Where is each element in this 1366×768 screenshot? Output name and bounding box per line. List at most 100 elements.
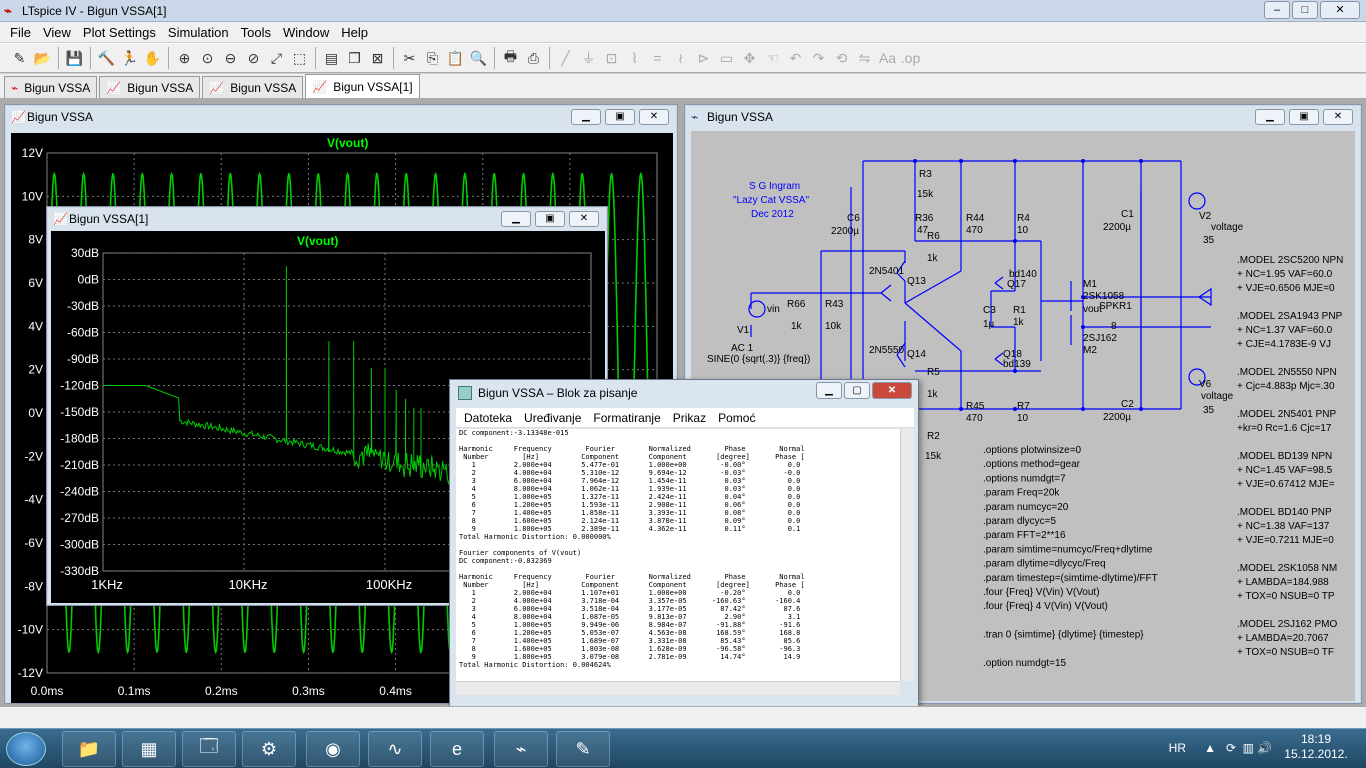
- control-panel-icon[interactable]: 🔨: [95, 47, 118, 69]
- maximize-button[interactable]: □: [1292, 1, 1318, 19]
- zoom-fit-icon[interactable]: ⬚: [288, 47, 311, 69]
- paste-icon[interactable]: 📋: [444, 47, 467, 69]
- spice-directive[interactable]: .options method=gear: [983, 459, 1081, 470]
- component-label[interactable]: Q17: [1007, 279, 1026, 290]
- antivirus-taskbar-icon[interactable]: ◉: [306, 731, 360, 767]
- pan-icon[interactable]: ⊙: [196, 47, 219, 69]
- spice-directive[interactable]: .four {Freq} 4 V(Vin) V(Vout): [983, 601, 1108, 612]
- component-label[interactable]: vout: [1083, 304, 1102, 315]
- component-label[interactable]: R3: [919, 169, 932, 180]
- component-label[interactable]: R2: [927, 431, 940, 442]
- zoom-cancel-icon[interactable]: ⊘: [242, 47, 265, 69]
- restore-button[interactable]: ▣: [605, 109, 635, 125]
- close-window-icon[interactable]: ⊠: [366, 47, 389, 69]
- component-label[interactable]: C3: [983, 305, 996, 316]
- open-icon[interactable]: 📂: [31, 47, 54, 69]
- spice-directive[interactable]: .tran 0 {simtime} {dlytime} {timestep}: [983, 630, 1144, 641]
- zoom-in-icon[interactable]: ⊕: [173, 47, 196, 69]
- menu-prikaz[interactable]: Prikaz: [667, 411, 712, 425]
- component-label[interactable]: 35: [1203, 405, 1215, 416]
- spice-model-line[interactable]: .MODEL 2SA1943 PNP: [1237, 311, 1343, 322]
- window-taskbar-icon[interactable]: 🗔: [182, 731, 236, 767]
- component-label[interactable]: voltage: [1201, 391, 1234, 402]
- component-label[interactable]: 15k: [925, 451, 942, 462]
- ltspice-taskbar-icon[interactable]: ⌁: [494, 731, 548, 767]
- component-label[interactable]: 1µ: [983, 319, 995, 330]
- component-label[interactable]: C1: [1121, 209, 1134, 220]
- component-label[interactable]: R1: [1013, 305, 1026, 316]
- spice-model-line[interactable]: + TOX=0 NSUB=0 TP: [1237, 591, 1335, 602]
- menu-uredivanje[interactable]: Uređivanje: [518, 411, 587, 425]
- menu-help[interactable]: Help: [335, 25, 374, 40]
- print-setup-icon[interactable]: 🖶: [499, 47, 522, 69]
- component-label[interactable]: R36: [915, 213, 934, 224]
- spice-model-line[interactable]: + VJE=0.67412 MJE=: [1237, 479, 1335, 490]
- component-label[interactable]: C2: [1121, 399, 1134, 410]
- component-label[interactable]: M2: [1083, 345, 1097, 356]
- spice-model-line[interactable]: .MODEL 2SJ162 PMO: [1237, 619, 1337, 630]
- language-indicator[interactable]: HR: [1169, 728, 1186, 768]
- redo-icon[interactable]: ↷: [807, 47, 830, 69]
- drag-icon[interactable]: ☜: [761, 47, 784, 69]
- minimize-button[interactable]: ▁: [816, 382, 842, 399]
- menu-tools[interactable]: Tools: [235, 25, 277, 40]
- spice-model-line[interactable]: + TOX=0 NSUB=0 TF: [1237, 647, 1334, 658]
- component-label[interactable]: 8: [1111, 321, 1117, 332]
- tab-bigun-vssa-schematic[interactable]: ⌁ Bigun VSSA: [4, 76, 98, 98]
- component-label[interactable]: V6: [1199, 379, 1212, 390]
- tool-taskbar-icon[interactable]: ⚙: [242, 731, 296, 767]
- menu-plot-settings[interactable]: Plot Settings: [77, 25, 162, 40]
- start-button[interactable]: [6, 732, 46, 766]
- spice-model-line[interactable]: + NC=1.95 VAF=60.0: [1237, 269, 1333, 280]
- component-label[interactable]: V2: [1199, 211, 1212, 222]
- spice-model-line[interactable]: .MODEL 2N5550 NPN: [1237, 367, 1337, 378]
- tile-horizontal-icon[interactable]: ▤: [320, 47, 343, 69]
- spice-directive[interactable]: .four {Freq} V(Vin) V(Vout): [983, 587, 1100, 598]
- minimize-button[interactable]: ▁: [571, 109, 601, 125]
- spice-directive[interactable]: .param simtime=numcyc/Freq+dlytime: [983, 544, 1153, 555]
- spice-model-line[interactable]: .MODEL 2SC5200 NPN: [1237, 255, 1343, 266]
- print-icon[interactable]: ⎙: [522, 47, 545, 69]
- component-label[interactable]: R6: [927, 231, 940, 242]
- spice-directive[interactable]: .param dlytime=dlycyc/Freq: [983, 559, 1106, 570]
- component-label[interactable]: 1k: [927, 253, 939, 264]
- spice-model-line[interactable]: + VJE=0.6506 MJE=0: [1237, 283, 1335, 294]
- component-label[interactable]: R45: [966, 401, 985, 412]
- tray-arrow-icon[interactable]: ▲: [1204, 728, 1216, 768]
- system-clock[interactable]: 18:19 15.12.2012.: [1284, 732, 1348, 762]
- spice-directive[interactable]: .option numdgt=15: [983, 658, 1067, 669]
- menu-simulation[interactable]: Simulation: [162, 25, 235, 40]
- component-label[interactable]: SINE(0 {sqrt(.3)} {freq}): [707, 354, 810, 365]
- network-icon[interactable]: ▥: [1243, 728, 1254, 768]
- component-label[interactable]: V1: [737, 325, 750, 336]
- spice-directive[interactable]: .options numdgt=7: [983, 473, 1066, 484]
- minimize-button[interactable]: ▁: [501, 211, 531, 227]
- text-icon[interactable]: Aa: [876, 47, 899, 69]
- spice-model-line[interactable]: + NC=1.38 VAF=137: [1237, 521, 1330, 532]
- tab-bigun-vssa-wave-2[interactable]: 📈 Bigun VSSA: [202, 76, 304, 98]
- app-taskbar-icon[interactable]: ▦: [122, 731, 176, 767]
- component-label[interactable]: R43: [825, 299, 844, 310]
- close-button[interactable]: ✕: [569, 211, 599, 227]
- cascade-icon[interactable]: ❐: [343, 47, 366, 69]
- spice-model-line[interactable]: + NC=1.45 VAF=98.5: [1237, 465, 1333, 476]
- trace-label[interactable]: V(vout): [327, 136, 368, 150]
- menu-view[interactable]: View: [37, 25, 77, 40]
- close-button[interactable]: ✕: [639, 109, 669, 125]
- minimize-button[interactable]: ▁: [1255, 109, 1285, 125]
- spice-model-line[interactable]: .MODEL 2SK1058 NM: [1237, 563, 1337, 574]
- spice-directive[interactable]: .options plotwinsize=0: [983, 445, 1082, 456]
- component-label[interactable]: voltage: [1211, 222, 1244, 233]
- spice-directive-icon[interactable]: .op: [899, 47, 922, 69]
- tab-bigun-vssa-wave-1[interactable]: 📈 Bigun VSSA: [99, 76, 201, 98]
- component-label[interactable]: R4: [1017, 213, 1030, 224]
- vertical-scrollbar[interactable]: [900, 429, 914, 681]
- component-label[interactable]: SPKR1: [1099, 301, 1132, 312]
- spice-model-line[interactable]: + LAMBDA=20.7067: [1237, 633, 1329, 644]
- sync-icon[interactable]: ⟳: [1226, 728, 1236, 768]
- menu-pomoc[interactable]: Pomoć: [712, 411, 761, 425]
- maximize-button[interactable]: ▢: [844, 382, 870, 399]
- spice-directive[interactable]: .param timestep=(simtime-dlytime)/FFT: [983, 573, 1158, 584]
- oscilloscope-taskbar-icon[interactable]: ∿: [368, 731, 422, 767]
- spice-model-line[interactable]: .MODEL BD140 PNP: [1237, 507, 1332, 518]
